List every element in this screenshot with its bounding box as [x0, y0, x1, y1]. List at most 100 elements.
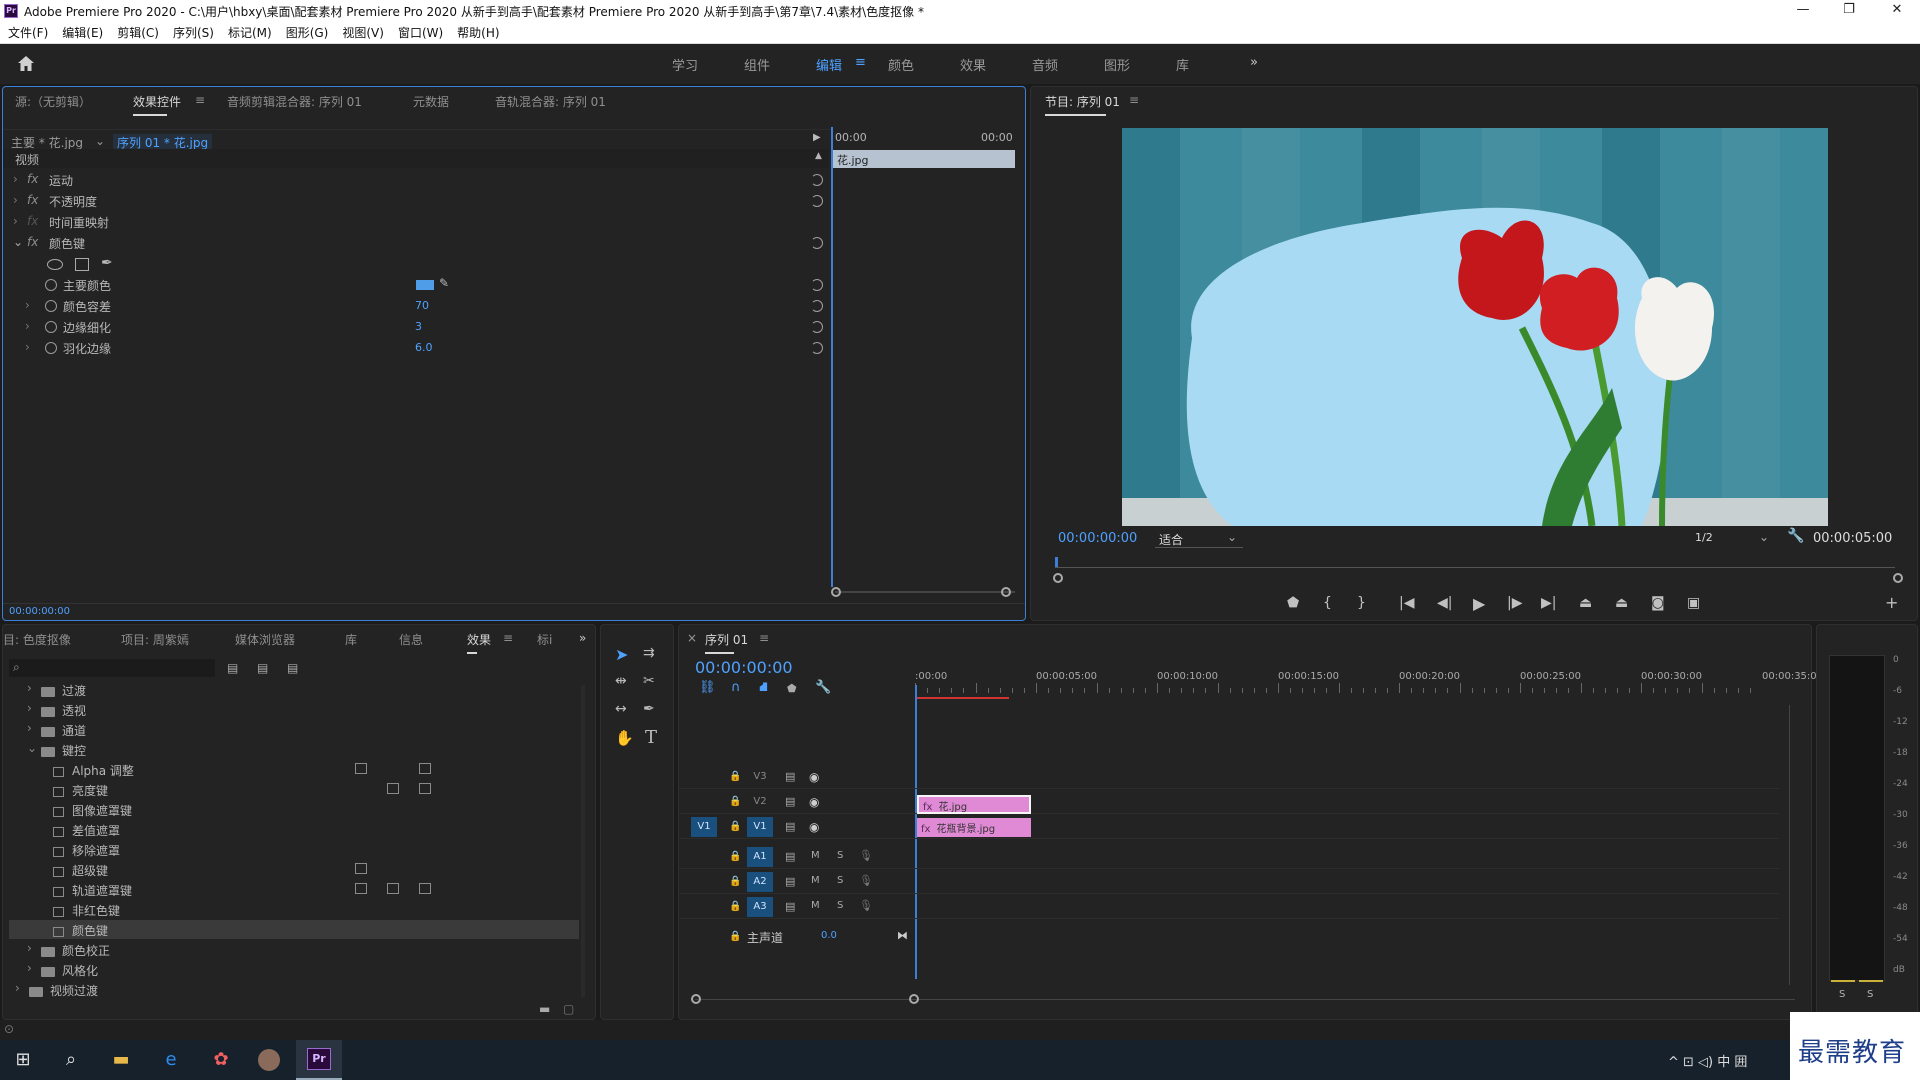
- solo-right-button[interactable]: S: [1867, 989, 1873, 1000]
- chevron-right-icon[interactable]: ›: [25, 298, 30, 312]
- tab-project-keying[interactable]: 目: 色度抠像: [3, 631, 71, 648]
- chevron-right-icon[interactable]: ›: [25, 319, 30, 333]
- chevron-right-icon[interactable]: ›: [13, 193, 18, 207]
- fx-icon[interactable]: fx: [27, 172, 38, 186]
- sync-lock-icon[interactable]: ▤: [785, 820, 795, 833]
- menu-lines-icon[interactable]: ≡: [855, 55, 866, 70]
- pen-tool-icon[interactable]: ✒: [643, 701, 655, 717]
- effect-preset-item[interactable]: Alpha 调整: [9, 760, 579, 779]
- tab-project-user[interactable]: 项目: 周紫嫣: [121, 631, 189, 648]
- sync-lock-icon[interactable]: ▤: [785, 900, 795, 913]
- extract-icon[interactable]: ⏏: [1615, 595, 1628, 611]
- ellipse-mask-icon[interactable]: [47, 259, 63, 270]
- accelerated-effects-icon[interactable]: ▤: [227, 661, 238, 675]
- timeline-sequence-tab[interactable]: 序列 01: [705, 631, 748, 654]
- snap-magnet-icon[interactable]: ∩: [731, 680, 741, 695]
- chevron-right-icon[interactable]: ›: [13, 172, 18, 186]
- chevron-right-icon[interactable]: ›: [27, 941, 32, 955]
- mute-button[interactable]: M: [811, 850, 820, 861]
- button-editor-add-icon[interactable]: +: [1885, 593, 1898, 612]
- workspace-graphics[interactable]: 图形: [1104, 55, 1130, 74]
- comparison-view-icon[interactable]: ▣: [1687, 595, 1700, 611]
- track-target-a1[interactable]: A1: [747, 847, 773, 867]
- program-playhead[interactable]: [1055, 557, 1058, 567]
- reset-icon[interactable]: [811, 279, 823, 291]
- wrench-settings-icon[interactable]: 🔧: [1787, 528, 1804, 544]
- tab-effects[interactable]: 效果: [467, 631, 491, 654]
- solo-button[interactable]: S: [837, 850, 843, 861]
- delete-icon[interactable]: ▢: [563, 1002, 574, 1016]
- program-menu-icon[interactable]: ≡: [1129, 93, 1139, 107]
- clip-vase-background[interactable]: fx 花瓶背景.jpg: [917, 818, 1031, 837]
- tab-metadata[interactable]: 元数据: [413, 93, 449, 110]
- lift-icon[interactable]: ⏏: [1579, 595, 1592, 611]
- stopwatch-icon[interactable]: [45, 300, 57, 312]
- chevron-down-icon[interactable]: ⌄: [95, 134, 105, 148]
- workspace-effects[interactable]: 效果: [960, 55, 986, 74]
- reset-icon[interactable]: [811, 300, 823, 312]
- zoom-handle-right[interactable]: [1001, 587, 1011, 597]
- track-select-tool-icon[interactable]: ⇉: [643, 645, 655, 661]
- effect-preset-item[interactable]: 差值遮罩: [9, 820, 579, 839]
- effects-menu-icon[interactable]: ≡: [503, 631, 513, 645]
- effects-folder[interactable]: › 视频过渡: [9, 980, 579, 999]
- track-target-a2[interactable]: A2: [747, 872, 773, 892]
- system-tray[interactable]: ^ ⊡ ◁) 中 囲: [1668, 1051, 1747, 1070]
- effect-preset-item[interactable]: 非红色键: [9, 900, 579, 919]
- lock-icon[interactable]: 🔒: [729, 821, 741, 832]
- mini-clip-bar[interactable]: 花.jpg: [831, 150, 1015, 168]
- track-target-v3[interactable]: V3: [747, 767, 773, 787]
- go-to-out-icon[interactable]: ▶|: [1541, 595, 1556, 611]
- linked-selection-icon[interactable]: ⛘: [759, 680, 768, 697]
- lock-icon[interactable]: 🔒: [729, 931, 741, 942]
- tab-libraries[interactable]: 库: [345, 631, 357, 648]
- chevron-right-icon[interactable]: ›: [27, 681, 32, 695]
- timeline-menu-icon[interactable]: ≡: [759, 631, 769, 645]
- paint-app-icon[interactable]: ✿: [208, 1048, 234, 1072]
- chevron-down-icon[interactable]: ⌄: [13, 235, 23, 249]
- source-patch-v1[interactable]: V1: [691, 817, 717, 837]
- zoom-handle-right[interactable]: [1893, 573, 1903, 583]
- sync-lock-icon[interactable]: ▤: [785, 850, 795, 863]
- track-target-v2[interactable]: V2: [747, 792, 773, 812]
- menu-graphics[interactable]: 图形(G): [286, 23, 329, 43]
- solo-left-button[interactable]: S: [1839, 989, 1845, 1000]
- ripple-edit-tool-icon[interactable]: ⇹: [615, 673, 627, 689]
- eye-icon[interactable]: ◉: [809, 820, 819, 834]
- workspace-editing[interactable]: 编辑: [816, 55, 842, 74]
- param-value[interactable]: 70: [415, 299, 429, 312]
- program-time-ruler[interactable]: [1055, 567, 1895, 568]
- premiere-taskbar-button[interactable]: Pr: [296, 1040, 342, 1080]
- workspace-libraries[interactable]: 库: [1176, 55, 1189, 74]
- chevron-right-icon[interactable]: ›: [27, 721, 32, 735]
- new-bin-icon[interactable]: ▬: [539, 1002, 550, 1016]
- timeline-v-scrollbar[interactable]: [1789, 705, 1790, 985]
- effects-search-input[interactable]: ⌕: [9, 659, 215, 677]
- zoom-handle-left[interactable]: [1053, 573, 1063, 583]
- lock-icon[interactable]: 🔒: [729, 796, 741, 807]
- play-icon[interactable]: ▶: [1473, 594, 1485, 613]
- mute-button[interactable]: M: [811, 900, 820, 911]
- chevron-right-icon[interactable]: ›: [27, 961, 32, 975]
- workspace-color[interactable]: 颜色: [888, 55, 914, 74]
- solo-button[interactable]: S: [837, 900, 843, 911]
- effect-row-time-remap[interactable]: › fx 时间重映射: [3, 212, 829, 233]
- nest-sequence-icon[interactable]: ⛓: [699, 680, 716, 695]
- menu-window[interactable]: 窗口(W): [398, 23, 443, 43]
- zoom-handle-right[interactable]: [909, 994, 919, 1004]
- menu-file[interactable]: 文件(F): [8, 23, 48, 43]
- chevron-right-icon[interactable]: ›: [25, 340, 30, 354]
- tab-effect-controls[interactable]: 效果控件: [133, 93, 181, 116]
- menu-help[interactable]: 帮助(H): [457, 23, 499, 43]
- selection-tool-icon[interactable]: ➤: [615, 645, 628, 664]
- microphone-icon[interactable]: 🎙: [859, 874, 873, 887]
- minimize-button[interactable]: —: [1786, 2, 1820, 20]
- maximize-button[interactable]: ❐: [1832, 2, 1866, 20]
- effect-preset-item[interactable]: 亮度键: [9, 780, 579, 799]
- home-icon[interactable]: [17, 55, 35, 72]
- pen-mask-icon[interactable]: ✒: [101, 255, 113, 271]
- eye-icon[interactable]: ◉: [809, 795, 819, 809]
- stopwatch-icon[interactable]: [45, 279, 57, 291]
- chevron-right-icon[interactable]: ›: [15, 981, 20, 995]
- chevron-right-icon[interactable]: ›: [27, 701, 32, 715]
